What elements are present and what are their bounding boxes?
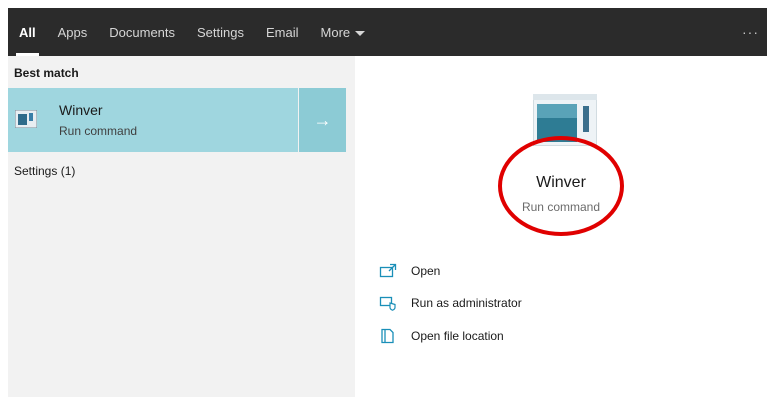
tab-apps[interactable]: Apps — [47, 8, 99, 56]
result-subtitle: Run command — [59, 124, 138, 138]
folder-location-icon — [381, 328, 394, 344]
run-as-administrator-label: Run as administrator — [411, 296, 522, 310]
open-action[interactable]: Open — [379, 261, 440, 281]
open-file-location-action[interactable]: Open file location — [379, 326, 504, 346]
tab-all[interactable]: All — [8, 8, 47, 56]
tab-settings[interactable]: Settings — [186, 8, 255, 56]
shield-admin-icon — [379, 296, 396, 311]
tab-all-label: All — [19, 24, 36, 40]
arrow-right-icon: → — [313, 109, 332, 130]
run-as-administrator-action[interactable]: Run as administrator — [379, 293, 522, 313]
settings-group-heading[interactable]: Settings (1) — [14, 164, 75, 178]
tab-documents[interactable]: Documents — [98, 8, 186, 56]
best-match-result[interactable]: Winver Run command — [8, 88, 298, 152]
best-match-heading: Best match — [14, 66, 79, 80]
result-title: Winver — [59, 102, 103, 118]
filter-tab-bar: All Apps Documents Settings Email More ·… — [8, 8, 767, 56]
chevron-down-icon — [355, 30, 366, 36]
detail-pane: Winver Run command Open Run as administr… — [355, 56, 767, 397]
more-options-icon[interactable]: ··· — [742, 24, 759, 40]
open-icon — [379, 263, 397, 278]
tab-settings-label: Settings — [197, 24, 244, 40]
results-pane: Best match Winver Run command → Settings… — [8, 56, 355, 397]
expand-arrow-button[interactable]: → — [299, 88, 346, 152]
open-file-location-label: Open file location — [411, 329, 504, 343]
run-command-icon — [15, 110, 37, 128]
tab-documents-label: Documents — [109, 24, 176, 40]
open-label: Open — [411, 264, 441, 278]
tab-email-label: Email — [266, 24, 299, 40]
red-highlight-circle — [498, 136, 624, 236]
tab-more[interactable]: More — [310, 8, 377, 56]
tab-apps-label: Apps — [57, 24, 88, 40]
tab-more-label: More — [320, 24, 351, 40]
tab-email[interactable]: Email — [255, 8, 310, 56]
